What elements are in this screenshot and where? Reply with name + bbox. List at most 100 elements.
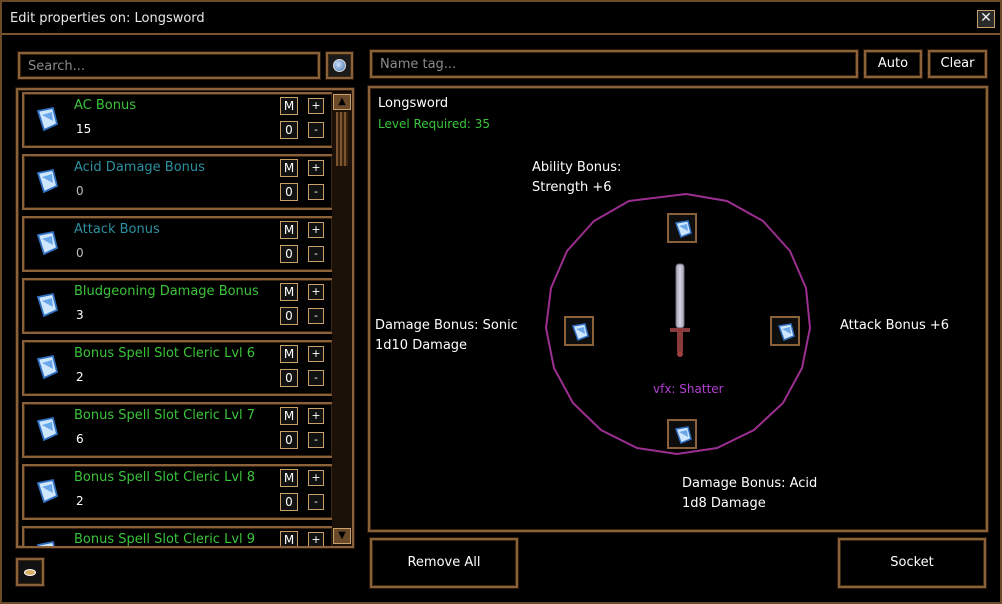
property-list-items: AC Bonus 15 M +0- Acid Damage Bonus 0 M +0- Atta… bbox=[22, 92, 334, 547]
property-value: 2 bbox=[76, 494, 84, 508]
property-value: 3 bbox=[76, 308, 84, 322]
decrement-button[interactable]: - bbox=[308, 246, 324, 262]
property-value: 2 bbox=[76, 370, 84, 384]
increment-button[interactable]: + bbox=[308, 284, 324, 300]
max-button[interactable]: M bbox=[280, 345, 298, 363]
property-name: Bonus Spell Slot Cleric Lvl 8 bbox=[74, 470, 256, 485]
clear-button[interactable]: Clear bbox=[928, 50, 987, 78]
increment-button[interactable]: + bbox=[308, 160, 324, 176]
close-button[interactable]: ✕ bbox=[977, 10, 995, 28]
gem-icon bbox=[674, 220, 692, 238]
socket-left-line2: 1d10 Damage bbox=[375, 338, 468, 353]
socket-right-label: Attack Bonus +6 bbox=[840, 316, 949, 336]
property-name: Acid Damage Bonus bbox=[74, 160, 205, 175]
window-title: Edit properties on: Longsword bbox=[10, 11, 205, 26]
eye-icon bbox=[24, 569, 36, 576]
max-button[interactable]: M bbox=[280, 531, 298, 546]
gem-icon bbox=[36, 292, 59, 318]
item-info-panel: Longsword Level Required: 35 Ability Bon… bbox=[368, 86, 988, 532]
reset-button[interactable]: 0 bbox=[280, 183, 298, 201]
remove-all-button[interactable]: Remove All bbox=[370, 538, 518, 588]
socket-left-label: Damage Bonus: Sonic 1d10 Damage bbox=[375, 316, 518, 356]
property-name: Bonus Spell Slot Cleric Lvl 7 bbox=[74, 408, 256, 423]
property-value: 0 bbox=[76, 184, 84, 198]
max-button[interactable]: M bbox=[280, 283, 298, 301]
socket-top-label: Ability Bonus: Strength +6 bbox=[532, 158, 621, 198]
socket-bottom-label: Damage Bonus: Acid 1d8 Damage bbox=[682, 474, 817, 514]
property-list-scrollbar[interactable]: ▲ ▼ bbox=[332, 92, 352, 546]
max-button[interactable]: M bbox=[280, 407, 298, 425]
property-row[interactable]: Attack Bonus 0 M +0- bbox=[22, 216, 334, 272]
scroll-thumb[interactable] bbox=[336, 112, 348, 166]
search-icon bbox=[333, 59, 346, 72]
socket-bottom-line2: 1d8 Damage bbox=[682, 496, 766, 511]
socket-bottom[interactable] bbox=[667, 419, 697, 449]
gem-icon bbox=[674, 426, 692, 444]
scroll-up-button[interactable]: ▲ bbox=[333, 94, 351, 110]
reset-button[interactable]: 0 bbox=[280, 121, 298, 139]
socket-top[interactable] bbox=[667, 213, 697, 243]
property-name: AC Bonus bbox=[74, 98, 136, 113]
max-button[interactable]: M bbox=[280, 159, 298, 177]
gem-icon bbox=[777, 323, 795, 341]
max-button[interactable]: M bbox=[280, 97, 298, 115]
property-row[interactable]: Bludgeoning Damage Bonus 3 M +0- bbox=[22, 278, 334, 334]
reset-button[interactable]: 0 bbox=[280, 307, 298, 325]
increment-button[interactable]: + bbox=[308, 408, 324, 424]
property-row[interactable]: Acid Damage Bonus 0 M +0- bbox=[22, 154, 334, 210]
property-name: Bonus Spell Slot Cleric Lvl 9 bbox=[74, 532, 256, 547]
socket-right[interactable] bbox=[770, 316, 800, 346]
name-tag-input[interactable]: Name tag... bbox=[370, 50, 858, 78]
longsword-icon bbox=[670, 263, 690, 357]
increment-button[interactable]: + bbox=[308, 98, 324, 114]
view-toggle-button[interactable] bbox=[16, 558, 44, 586]
socket-top-line1: Ability Bonus: bbox=[532, 160, 622, 175]
socket-top-line2: Strength +6 bbox=[532, 180, 612, 195]
socket-right-line1: Attack Bonus +6 bbox=[840, 318, 950, 333]
reset-button[interactable]: 0 bbox=[280, 369, 298, 387]
decrement-button[interactable]: - bbox=[308, 370, 324, 386]
property-value: 0 bbox=[76, 246, 84, 260]
socket-left[interactable] bbox=[564, 316, 594, 346]
property-name: Attack Bonus bbox=[74, 222, 160, 237]
property-name: Bonus Spell Slot Cleric Lvl 6 bbox=[74, 346, 256, 361]
property-row[interactable]: Bonus Spell Slot Cleric Lvl 8 2 M +0- bbox=[22, 464, 334, 520]
decrement-button[interactable]: - bbox=[308, 494, 324, 510]
gem-icon bbox=[36, 478, 59, 504]
max-button[interactable]: M bbox=[280, 469, 298, 487]
socket-button[interactable]: Socket bbox=[838, 538, 986, 588]
decrement-button[interactable]: - bbox=[308, 432, 324, 448]
gem-icon bbox=[36, 106, 59, 132]
gem-icon bbox=[36, 168, 59, 194]
scroll-down-button[interactable]: ▼ bbox=[333, 528, 351, 544]
property-value: 6 bbox=[76, 432, 84, 446]
auto-button[interactable]: Auto bbox=[864, 50, 922, 78]
socket-ring bbox=[544, 192, 812, 456]
title-bar: Edit properties on: Longsword ✕ bbox=[2, 2, 1000, 35]
property-list: AC Bonus 15 M +0- Acid Damage Bonus 0 M +0- Atta… bbox=[16, 88, 354, 548]
increment-button[interactable]: + bbox=[308, 470, 324, 486]
gem-icon bbox=[36, 540, 55, 546]
gem-icon bbox=[36, 354, 59, 380]
property-row[interactable]: Bonus Spell Slot Cleric Lvl 6 2 M +0- bbox=[22, 340, 334, 396]
property-value: 15 bbox=[76, 122, 92, 136]
max-button[interactable]: M bbox=[280, 221, 298, 239]
decrement-button[interactable]: - bbox=[308, 308, 324, 324]
gem-icon bbox=[36, 416, 59, 442]
search-input[interactable]: Search... bbox=[18, 52, 320, 79]
socket-left-line1: Damage Bonus: Sonic bbox=[375, 318, 518, 333]
property-row[interactable]: Bonus Spell Slot Cleric Lvl 7 6 M +0- bbox=[22, 402, 334, 458]
property-row[interactable]: Bonus Spell Slot Cleric Lvl 9M+0- bbox=[22, 526, 334, 547]
socket-bottom-line1: Damage Bonus: Acid bbox=[682, 476, 818, 491]
increment-button[interactable]: + bbox=[308, 222, 324, 238]
increment-button[interactable]: + bbox=[308, 532, 324, 546]
reset-button[interactable]: 0 bbox=[280, 245, 298, 263]
increment-button[interactable]: + bbox=[308, 346, 324, 362]
reset-button[interactable]: 0 bbox=[280, 493, 298, 511]
search-button[interactable] bbox=[326, 52, 353, 79]
reset-button[interactable]: 0 bbox=[280, 431, 298, 449]
gem-icon bbox=[571, 323, 589, 341]
decrement-button[interactable]: - bbox=[308, 122, 324, 138]
decrement-button[interactable]: - bbox=[308, 184, 324, 200]
property-row[interactable]: AC Bonus 15 M +0- bbox=[22, 92, 334, 148]
